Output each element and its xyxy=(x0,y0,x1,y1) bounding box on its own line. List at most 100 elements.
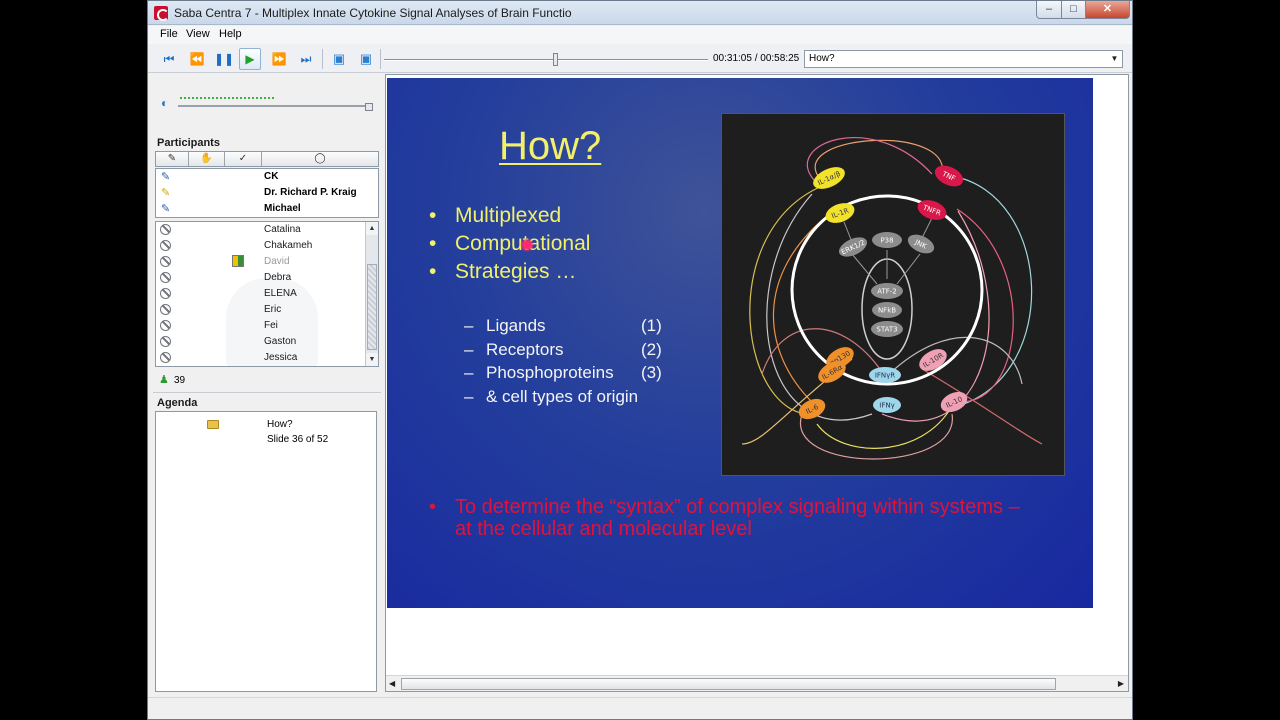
bullet-text: Strategies … xyxy=(455,260,577,283)
microphone-icon: ✎ xyxy=(161,171,171,183)
slide-sub-bullet: – Receptors xyxy=(464,340,564,359)
volume-slider-thumb[interactable] xyxy=(365,103,373,111)
attendee-scrollbar[interactable]: ▲ ▼ xyxy=(365,222,378,366)
slide-bullet: • Multiplexed xyxy=(429,204,562,227)
sub-bullet-number: (3) xyxy=(641,363,662,382)
menu-help[interactable]: Help xyxy=(219,28,242,40)
attendee-name: David xyxy=(264,256,290,267)
play-icon[interactable]: ▶ xyxy=(239,48,261,70)
import-icon[interactable]: ▣ xyxy=(355,48,377,70)
list-item[interactable]: Gaston xyxy=(156,334,366,350)
slide-viewer: How? •Multiplexed •Computational •Strate… xyxy=(385,74,1129,692)
playback-toolbar: ⏮ ⏪ ❚❚ ▶ ⏩ ⏭ ▣ ▣ 00:31:05 / 00:58:25 How… xyxy=(148,45,1132,73)
skip-last-icon[interactable]: ⏭ xyxy=(295,48,317,70)
menu-bar: File View Help xyxy=(148,26,1132,44)
agenda-list: How? Slide 36 of 52 xyxy=(155,411,377,692)
goal-bullet-dot: • xyxy=(429,496,437,518)
left-pane: ◐ Participants ✎ ✋ ✓ ◯ ✎ CK ✎ Dr. Richar… xyxy=(153,74,381,694)
no-mic-icon xyxy=(160,256,171,267)
agenda-item-slide-number: Slide 36 of 52 xyxy=(267,434,329,445)
no-mic-icon xyxy=(160,288,171,299)
scrollbar-thumb[interactable] xyxy=(367,264,377,350)
no-mic-icon xyxy=(160,224,171,235)
sub-bullet-text: Phosphoproteins xyxy=(486,363,614,382)
slide-title: How? xyxy=(499,124,602,168)
attendee-list: Catalina Chakameh David Debra ELENA Eric… xyxy=(155,221,379,367)
no-mic-icon xyxy=(160,240,171,251)
slide-selector[interactable]: How? ▼ xyxy=(804,50,1123,68)
presenter-row[interactable]: ✎ CK xyxy=(156,169,378,185)
time-readout: 00:31:05 / 00:58:25 xyxy=(713,53,800,64)
window-title: Saba Centra 7 - Multiplex Innate Cytokin… xyxy=(174,6,572,20)
presenter-list: ✎ CK ✎ Dr. Richard P. Kraig ✎ Michael xyxy=(155,168,379,218)
menu-view[interactable]: View xyxy=(186,28,210,40)
close-button[interactable]: ✕ xyxy=(1085,1,1130,19)
attendee-name: Gaston xyxy=(264,336,297,347)
list-item[interactable]: Debra xyxy=(156,270,366,286)
presentation-slide: How? •Multiplexed •Computational •Strate… xyxy=(387,78,1093,608)
check-column-icon[interactable]: ✓ xyxy=(225,152,262,166)
participant-count: 39 xyxy=(174,375,186,386)
scroll-left-icon[interactable]: ◀ xyxy=(389,679,395,688)
agenda-label: Agenda xyxy=(157,397,198,409)
fast-forward-icon[interactable]: ⏩ xyxy=(268,48,290,70)
node-atf2: ATF-2 xyxy=(877,288,897,296)
slide-sub-bullet: – Phosphoproteins xyxy=(464,363,614,382)
seek-thumb[interactable] xyxy=(553,53,558,66)
attendee-name: Catalina xyxy=(264,224,301,235)
node-p38: P38 xyxy=(880,237,893,245)
scroll-right-icon[interactable]: ▶ xyxy=(1118,679,1124,688)
hand-raise-column-icon[interactable]: ✋ xyxy=(189,152,225,166)
seek-bar[interactable] xyxy=(384,59,708,61)
presenter-row[interactable]: ✎ Michael xyxy=(156,201,378,217)
divider xyxy=(153,392,381,393)
participants-label: Participants xyxy=(157,137,220,149)
list-item[interactable]: ELENA xyxy=(156,286,366,302)
scroll-up-icon[interactable]: ▲ xyxy=(366,222,378,235)
microphone-icon: ✎ xyxy=(161,203,171,215)
horizontal-scrollbar[interactable]: ◀ ▶ xyxy=(386,675,1128,691)
presenter-row[interactable]: ✎ Dr. Richard P. Kraig xyxy=(156,185,378,201)
speaker-icon[interactable]: ◐ xyxy=(161,96,168,110)
list-item[interactable]: David xyxy=(156,254,366,270)
skip-first-icon[interactable]: ⏮ xyxy=(158,48,180,70)
scroll-down-icon[interactable]: ▼ xyxy=(366,353,378,366)
export-icon[interactable]: ▣ xyxy=(328,48,350,70)
attendee-name: Jessica xyxy=(264,352,298,363)
sub-bullet-number: (2) xyxy=(641,340,662,359)
node-ifngr: IFNγR xyxy=(875,372,895,380)
status-flag-icon xyxy=(232,255,244,267)
list-item[interactable]: Catalina xyxy=(156,222,366,238)
scrollbar-thumb[interactable] xyxy=(401,678,1056,690)
list-item[interactable]: Eric xyxy=(156,302,366,318)
chevron-down-icon[interactable]: ▼ xyxy=(1107,51,1122,67)
list-item[interactable]: Fei xyxy=(156,318,366,334)
menu-file[interactable]: File xyxy=(160,28,178,40)
microphone-active-icon: ✎ xyxy=(161,187,171,199)
maximize-button[interactable]: □ xyxy=(1061,1,1086,19)
sub-bullet-text: Receptors xyxy=(486,340,564,359)
audio-level-meter xyxy=(180,97,274,99)
pause-icon[interactable]: ❚❚ xyxy=(213,48,235,70)
node-ifng: IFNγ xyxy=(879,402,894,410)
audio-level xyxy=(178,93,373,113)
list-item[interactable]: Chakameh xyxy=(156,238,366,254)
agenda-item-title[interactable]: How? xyxy=(267,419,293,430)
presenter-name: CK xyxy=(264,171,279,182)
microphone-column-icon[interactable]: ✎ xyxy=(156,152,189,166)
rewind-icon[interactable]: ⏪ xyxy=(186,48,208,70)
bullet-text: Multiplexed xyxy=(455,204,562,227)
title-bar: Saba Centra 7 - Multiplex Innate Cytokin… xyxy=(148,1,1132,25)
list-item[interactable]: Jessica xyxy=(156,350,366,366)
minimize-button[interactable]: – xyxy=(1036,1,1062,19)
volume-slider[interactable] xyxy=(178,105,373,107)
slide-selector-value: How? xyxy=(809,53,835,64)
sub-bullet-number: (1) xyxy=(641,316,662,335)
no-mic-icon xyxy=(160,336,171,347)
user-column-icon[interactable]: ◯ xyxy=(262,152,378,166)
slide-sub-bullet: – & cell types of origin xyxy=(464,387,639,406)
signaling-network-svg: IL-1α/β TNF IL-1R TNFR ERK1/2 P38 JNK AT… xyxy=(741,137,1043,460)
attendee-name: Chakameh xyxy=(264,240,313,251)
attendee-name: ELENA xyxy=(264,288,297,299)
cytokine-signaling-diagram: IL-1α/β TNF IL-1R TNFR ERK1/2 P38 JNK AT… xyxy=(721,113,1065,476)
